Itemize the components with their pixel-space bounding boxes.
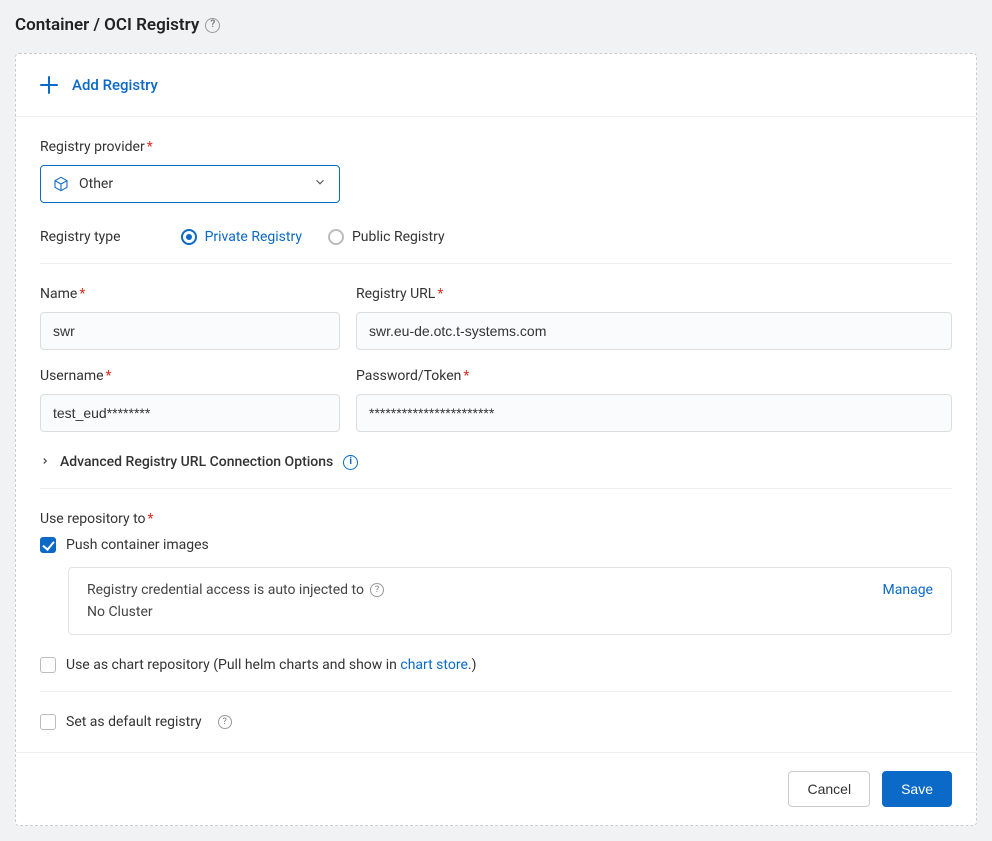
- push-images-checkbox[interactable]: [40, 537, 56, 553]
- help-icon[interactable]: ?: [205, 18, 220, 33]
- chart-repo-checkbox[interactable]: [40, 657, 56, 673]
- push-images-label: Push container images: [66, 537, 209, 553]
- chart-repo-label: Use as chart repository (Pull helm chart…: [66, 657, 476, 673]
- radio-private-registry[interactable]: Private Registry: [181, 229, 302, 245]
- use-repository-label: Use repository to*: [40, 511, 952, 527]
- username-input[interactable]: [40, 394, 340, 432]
- default-registry-label: Set as default registry: [66, 714, 202, 730]
- advanced-options-toggle[interactable]: Advanced Registry URL Connection Options…: [40, 454, 952, 470]
- password-input[interactable]: [356, 394, 952, 432]
- provider-selected: Other: [79, 176, 113, 192]
- credential-text: Registry credential access is auto injec…: [87, 582, 364, 598]
- registry-url-input[interactable]: [356, 312, 952, 350]
- help-icon[interactable]: ?: [370, 583, 384, 597]
- page-title: Container / OCI Registry ?: [15, 15, 977, 35]
- chevron-down-icon: [313, 175, 327, 193]
- save-button[interactable]: Save: [882, 771, 952, 807]
- info-icon[interactable]: i: [343, 455, 358, 470]
- radio-public-registry[interactable]: Public Registry: [328, 229, 445, 245]
- help-icon[interactable]: ?: [218, 715, 232, 729]
- provider-label: Registry provider*: [40, 139, 952, 155]
- cluster-value: No Cluster: [87, 604, 384, 620]
- card-header: Add Registry: [16, 54, 976, 117]
- cube-icon: [53, 176, 69, 192]
- cancel-button[interactable]: Cancel: [788, 771, 870, 807]
- registry-type-label: Registry type: [40, 229, 121, 245]
- registry-form-card: Add Registry Registry provider* Other Re…: [15, 53, 977, 826]
- default-registry-checkbox[interactable]: [40, 714, 56, 730]
- credential-inject-panel: Registry credential access is auto injec…: [68, 567, 952, 635]
- page-title-text: Container / OCI Registry: [15, 15, 199, 35]
- name-input[interactable]: [40, 312, 340, 350]
- registry-provider-select[interactable]: Other: [40, 165, 340, 203]
- chevron-right-icon: [40, 455, 50, 469]
- manage-link[interactable]: Manage: [883, 582, 933, 598]
- advanced-options-label: Advanced Registry URL Connection Options: [60, 454, 333, 470]
- username-label: Username*: [40, 368, 340, 384]
- chart-store-link[interactable]: chart store: [400, 657, 467, 673]
- url-label: Registry URL*: [356, 286, 952, 302]
- plus-icon: [40, 76, 58, 94]
- password-label: Password/Token*: [356, 368, 952, 384]
- name-label: Name*: [40, 286, 340, 302]
- add-registry-link[interactable]: Add Registry: [72, 76, 158, 94]
- form-footer: Cancel Save: [16, 752, 976, 825]
